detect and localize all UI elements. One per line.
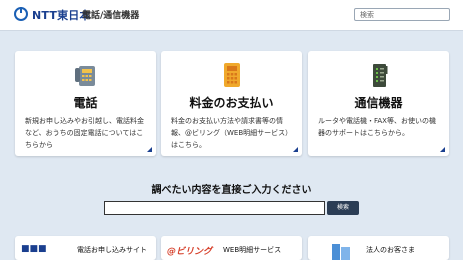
banner-label: 電話お申し込みサイト bbox=[77, 246, 147, 254]
phone-icon bbox=[75, 66, 95, 86]
banner-logo: ■■■ bbox=[21, 244, 47, 254]
card-title: 通信機器 bbox=[354, 96, 403, 110]
card-title: 電話 bbox=[73, 96, 98, 110]
card-payment[interactable]: 料金のお支払い 料金のお支払い方法や請求書等の情報、@ビリング（WEB明細サービ… bbox=[161, 51, 302, 156]
banner-billing[interactable]: @ビリング WEB明細サービス bbox=[161, 236, 302, 260]
building-icon bbox=[332, 244, 350, 260]
card-devices[interactable]: 通信機器 ルータや電話機・FAX等、お使いの機器のサポートはこちらから。 bbox=[308, 51, 449, 156]
search-prompt: 調べたい内容を直接ご入力ください bbox=[151, 185, 312, 196]
card-description: 料金のお支払い方法や請求書等の情報、@ビリング（WEB明細サービス）はこちら。 bbox=[171, 117, 293, 149]
brand-subtitle[interactable]: 電話/通信機器 bbox=[82, 8, 139, 21]
card-description: 新規お申し込みやお引越し、電話料金など、おうちの固定電話についてはこちらから bbox=[25, 117, 144, 149]
header: NTT東日本 電話/通信機器 検索 bbox=[0, 0, 463, 31]
calculator-icon bbox=[224, 63, 240, 87]
banner-business[interactable]: 法人のお客さま bbox=[308, 236, 449, 260]
banner-label: 法人のお客さま bbox=[366, 246, 415, 254]
main-search-input[interactable] bbox=[104, 201, 325, 215]
search-button[interactable]: 検索 bbox=[327, 201, 359, 215]
banner-phone-apply[interactable]: ■■■ 電話お申し込みサイト bbox=[15, 236, 156, 260]
banner-label: WEB明細サービス bbox=[223, 246, 282, 254]
header-search-input[interactable]: 検索 bbox=[354, 8, 450, 21]
corner-arrow-icon bbox=[147, 147, 152, 152]
card-description: ルータや電話機・FAX等、お使いの機器のサポートはこちらから。 bbox=[318, 117, 436, 137]
corner-arrow-icon bbox=[293, 147, 298, 152]
ntt-logo-icon[interactable] bbox=[14, 7, 28, 21]
router-icon bbox=[373, 64, 388, 87]
card-phone[interactable]: 電話 新規お申し込みやお引越し、電話料金など、おうちの固定電話についてはこちらか… bbox=[15, 51, 156, 156]
corner-arrow-icon bbox=[440, 147, 445, 152]
banner-logo: @ビリング bbox=[167, 247, 213, 257]
card-title: 料金のお支払い bbox=[189, 96, 274, 110]
